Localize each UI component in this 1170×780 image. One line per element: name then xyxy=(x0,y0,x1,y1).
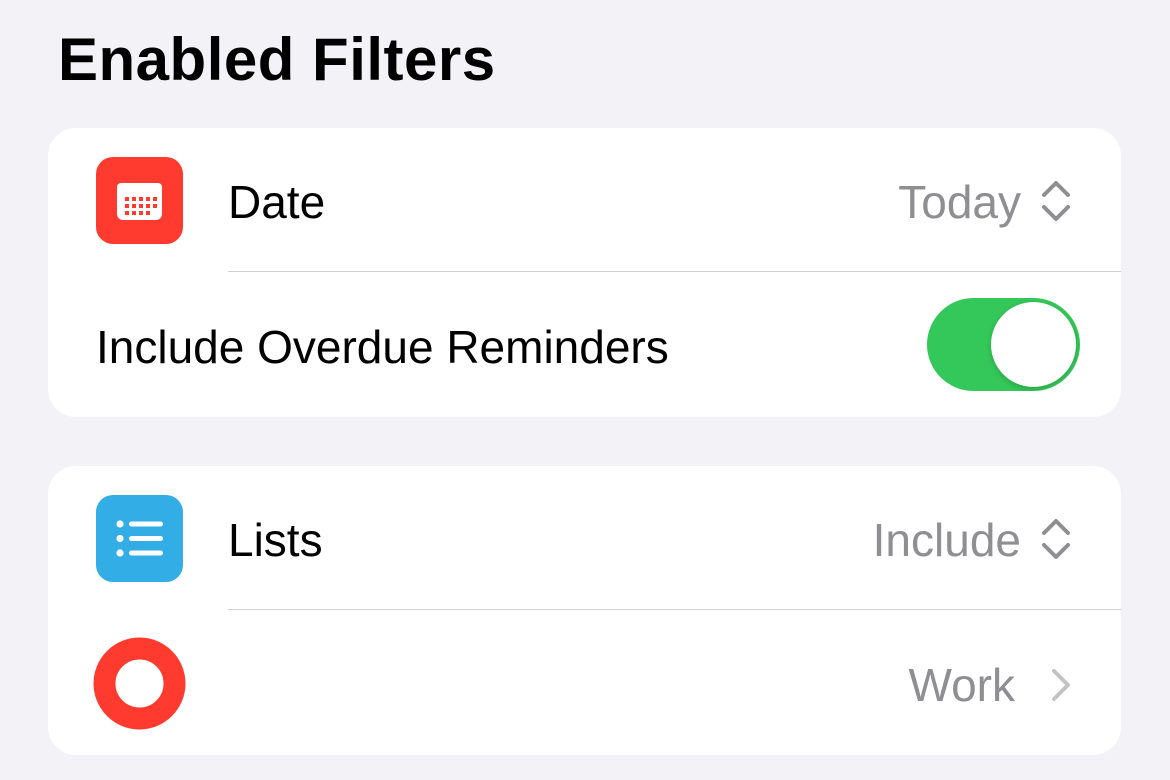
chevron-up-down-icon[interactable] xyxy=(1039,178,1073,224)
lists-filter-card: Lists Include Work xyxy=(48,466,1121,755)
lists-filter-row[interactable]: Lists Include xyxy=(48,466,1121,610)
list-item-value: Work xyxy=(908,659,1016,711)
date-filter-card: Date Today Include Overdue Reminders xyxy=(48,128,1121,417)
chevron-up-down-icon[interactable] xyxy=(1039,516,1073,562)
chevron-right-icon xyxy=(1052,669,1070,701)
list-color-circle-icon xyxy=(93,637,186,730)
overdue-toggle[interactable] xyxy=(927,298,1080,391)
calendar-icon xyxy=(96,157,183,244)
list-item-row[interactable]: Work xyxy=(48,610,1121,755)
overdue-label: Include Overdue Reminders xyxy=(96,321,669,373)
section-title: Enabled Filters xyxy=(58,26,496,93)
list-bullet-icon xyxy=(96,495,183,582)
overdue-row: Include Overdue Reminders xyxy=(48,272,1121,417)
date-filter-value[interactable]: Today xyxy=(898,128,1021,276)
lists-filter-value[interactable]: Include xyxy=(873,466,1021,614)
calendar-glyph xyxy=(117,183,162,220)
date-filter-label: Date xyxy=(228,176,326,228)
lists-filter-label: Lists xyxy=(228,514,323,566)
list-bullet-glyph xyxy=(116,520,163,557)
date-filter-row[interactable]: Date Today xyxy=(48,128,1121,272)
toggle-knob xyxy=(991,302,1076,387)
